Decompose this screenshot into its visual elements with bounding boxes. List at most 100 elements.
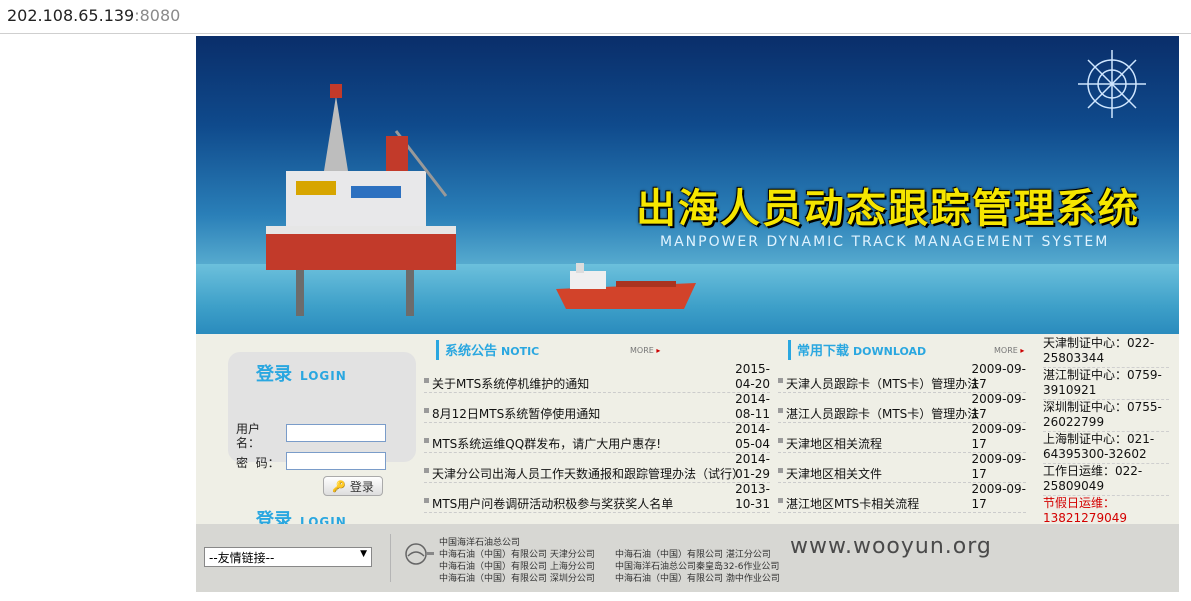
snowflake-icon xyxy=(1078,50,1146,118)
download-title[interactable]: 天津地区相关文件 xyxy=(786,465,882,482)
bullet-icon xyxy=(424,468,429,473)
date-part2: 17 xyxy=(971,377,987,391)
download-title[interactable]: 天津地区相关流程 xyxy=(786,435,882,452)
download-row[interactable]: 天津人员跟踪卡（MTS卡）管理办法 2009-09- 17 xyxy=(778,362,1026,393)
friend-links-value: --友情链接-- xyxy=(209,551,275,565)
footer-company-head: 中国海洋石油总公司 xyxy=(439,538,521,548)
notice-header: 系统公告 NOTIC xyxy=(436,340,539,360)
notice-date: 2014- 08-11 xyxy=(735,392,770,422)
notice-title[interactable]: 天津分公司出海人员工作天数通报和跟踪管理办法（试行） xyxy=(432,465,744,482)
notice-more-link[interactable]: MORE ▸ xyxy=(630,346,660,355)
footer: --友情链接-- ▼ 中国海洋石油总公司 中海石油（中国）有限公司 天津分公司中… xyxy=(196,524,1179,592)
date-part2: 01-29 xyxy=(735,467,770,481)
footer-company-link[interactable]: 中海石油（中国）有限公司 湛江分公司 xyxy=(615,550,771,561)
login-button-label: 登录 xyxy=(349,479,374,494)
date-part2: 17 xyxy=(971,437,987,451)
address-port: :8080 xyxy=(134,6,181,25)
login-title-cn: 登录 xyxy=(256,364,292,385)
contact-item: 工作日运维：022- 25809049 xyxy=(1043,464,1142,494)
notice-title[interactable]: MTS用户问卷调研活动积极参与奖获奖人名单 xyxy=(432,495,673,512)
download-more-link[interactable]: MORE ▸ xyxy=(994,346,1024,355)
chevron-down-icon: ▼ xyxy=(360,549,367,559)
download-title[interactable]: 天津人员跟踪卡（MTS卡）管理办法 xyxy=(786,375,979,392)
bullet-icon xyxy=(424,438,429,443)
footer-company-link[interactable]: 中海石油（中国）有限公司 深圳分公司 xyxy=(439,574,595,585)
date-part1: 2014- xyxy=(735,452,770,466)
bullet-icon xyxy=(778,438,783,443)
date-part1: 2009-09- xyxy=(971,392,1026,406)
notice-row[interactable]: 天津分公司出海人员工作天数通报和跟踪管理办法（试行） 2014- 01-29 xyxy=(424,452,770,483)
banner-subtitle: MANPOWER DYNAMIC TRACK MANAGEMENT SYSTEM xyxy=(660,234,1110,250)
notice-title[interactable]: MTS系统运维QQ群发布，请广大用户惠存! xyxy=(432,435,661,452)
notice-row[interactable]: MTS用户问卷调研活动积极参与奖获奖人名单 2013- 10-31 xyxy=(424,482,770,513)
notice-date: 2014- 01-29 xyxy=(735,452,770,482)
notice-row[interactable]: 8月12日MTS系统暂停使用通知 2014- 08-11 xyxy=(424,392,770,423)
contact-number: 64395300-32602 xyxy=(1043,447,1147,461)
friend-links-select[interactable]: --友情链接-- ▼ xyxy=(204,547,372,567)
contact-label: 深圳制证中心：0755- xyxy=(1043,400,1162,414)
download-title[interactable]: 湛江地区MTS卡相关流程 xyxy=(786,495,919,512)
login-button[interactable]: 🔑 登录 xyxy=(323,476,383,496)
contact-number: 25809049 xyxy=(1043,479,1105,493)
date-part2: 17 xyxy=(971,467,987,481)
contact-label: 湛江制证中心：0759- xyxy=(1043,368,1162,382)
oil-rig-icon xyxy=(266,84,456,316)
download-row[interactable]: 湛江地区MTS卡相关流程 2009-09- 17 xyxy=(778,482,1026,513)
footer-company-link[interactable]: 中海石油（中国）有限公司 天津分公司 xyxy=(439,550,595,561)
notice-date: 2013- 10-31 xyxy=(735,482,770,512)
bullet-icon xyxy=(778,378,783,383)
contact-item: 上海制证中心：021- 64395300-32602 xyxy=(1043,432,1154,462)
bullet-icon xyxy=(424,378,429,383)
date-part1: 2014- xyxy=(735,392,770,406)
address-bar[interactable]: 202.108.65.139:8080 xyxy=(0,0,1191,34)
footer-company-link[interactable]: 中海石油（中国）有限公司 渤中作业公司 xyxy=(615,574,780,585)
footer-company-link[interactable]: 中国海洋石油总公司秦皇岛32-6作业公司 xyxy=(615,562,779,573)
page: 出海人员动态跟踪管理系统 MANPOWER DYNAMIC TRACK MANA… xyxy=(196,36,1179,592)
notice-row[interactable]: 关于MTS系统停机维护的通知 2015- 04-20 xyxy=(424,362,770,393)
date-part1: 2013- xyxy=(735,482,770,496)
download-date: 2009-09- 17 xyxy=(972,482,1026,512)
download-title-cn: 常用下载 xyxy=(797,344,850,359)
notice-row[interactable]: MTS系统运维QQ群发布，请广大用户惠存! 2014- 05-04 xyxy=(424,422,770,453)
download-title-en: DOWNLOAD xyxy=(853,345,927,358)
bullet-icon xyxy=(424,498,429,503)
content-area: 登录 LOGIN 用户名： 密 码： 🔑 登录 登录 LOGIN 系统公告 NOTIC… xyxy=(196,334,1179,531)
username-input[interactable] xyxy=(286,424,386,442)
login-box: 登录 LOGIN 用户名： 密 码： 🔑 登录 登录 LOGIN xyxy=(228,352,416,531)
notice-title-cn: 系统公告 xyxy=(445,344,498,359)
download-header: 常用下载 DOWNLOAD xyxy=(788,340,926,360)
date-part2: 17 xyxy=(971,497,987,511)
download-row[interactable]: 湛江人员跟踪卡（MTS卡）管理办法 2009-09- 17 xyxy=(778,392,1026,423)
date-part1: 2009-09- xyxy=(971,482,1026,496)
footer-company-link[interactable]: 中海石油（中国）有限公司 上海分公司 xyxy=(439,562,595,573)
notice-date: 2015- 04-20 xyxy=(735,362,770,392)
notice-section: 系统公告 NOTIC MORE ▸ 关于MTS系统停机维护的通知 2015- 04-2… xyxy=(424,334,770,524)
cnooc-logo-icon xyxy=(405,543,434,565)
notice-title[interactable]: 关于MTS系统停机维护的通知 xyxy=(432,375,589,392)
download-date: 2009-09- 17 xyxy=(972,422,1026,452)
password-input[interactable] xyxy=(286,452,386,470)
download-date: 2009-09- 17 xyxy=(972,392,1026,422)
date-part1: 2009-09- xyxy=(971,422,1026,436)
download-date: 2009-09- 17 xyxy=(972,452,1026,482)
notice-title[interactable]: 8月12日MTS系统暂停使用通知 xyxy=(432,405,600,422)
date-part2: 05-04 xyxy=(735,437,770,451)
contact-label: 工作日运维：022- xyxy=(1043,464,1143,478)
download-title[interactable]: 湛江人员跟踪卡（MTS卡）管理办法 xyxy=(786,405,979,422)
banner-title: 出海人员动态跟踪管理系统 xyxy=(636,186,1140,232)
contact-item: 节假日运维： 13821279049 xyxy=(1043,496,1127,526)
contact-item: 湛江制证中心：0759- 3910921 xyxy=(1043,368,1162,398)
footer-divider xyxy=(390,534,391,582)
download-row[interactable]: 天津地区相关文件 2009-09- 17 xyxy=(778,452,1026,483)
date-part2: 08-11 xyxy=(735,407,770,421)
address-url[interactable]: 202.108.65.139:8080 xyxy=(7,6,180,25)
contact-label: 天津制证中心：022- xyxy=(1043,336,1155,350)
bullet-icon xyxy=(778,468,783,473)
watermark: www.wooyun.org xyxy=(790,534,992,559)
date-part1: 2009-09- xyxy=(971,362,1026,376)
download-row[interactable]: 天津地区相关流程 2009-09- 17 xyxy=(778,422,1026,453)
date-part1: 2009-09- xyxy=(971,452,1026,466)
contact-number: 25803344 xyxy=(1043,351,1105,365)
contact-number: 13821279049 xyxy=(1043,511,1127,525)
download-section: 常用下载 DOWNLOAD MORE ▸ 天津人员跟踪卡（MTS卡）管理办法 200… xyxy=(778,334,1026,524)
